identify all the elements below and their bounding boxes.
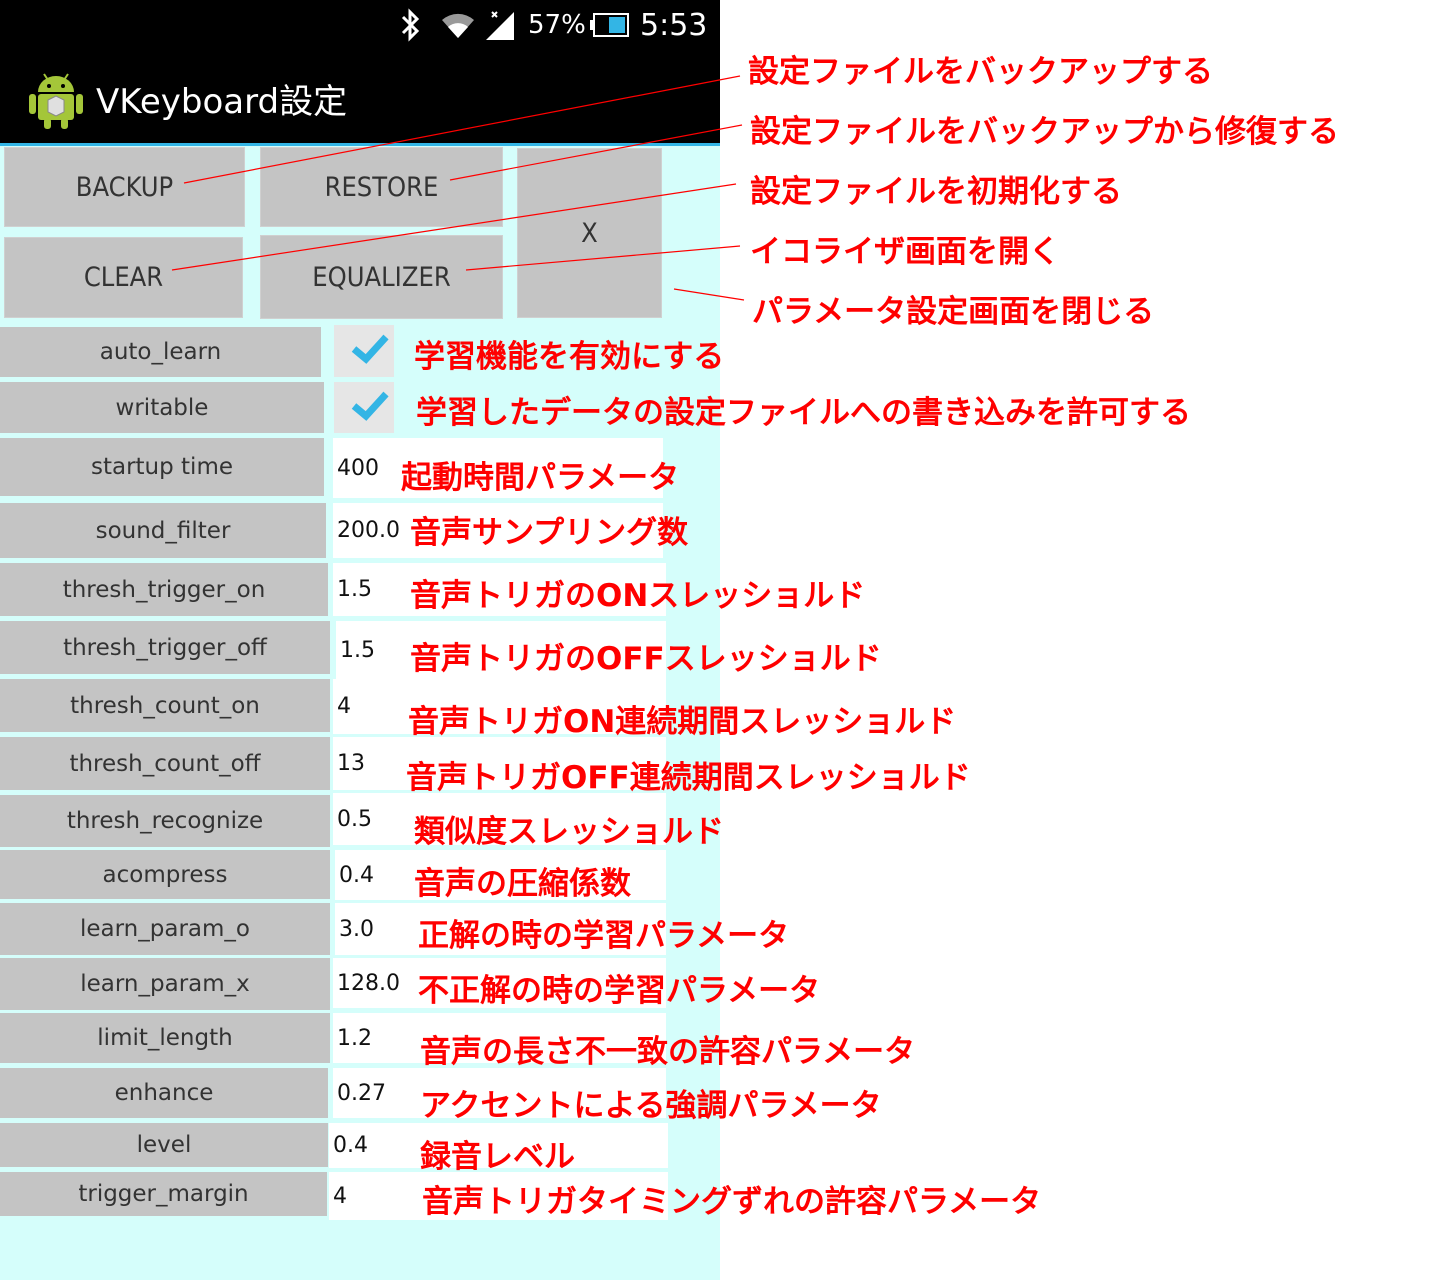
- annotation-close: パラメータ設定画面を閉じる: [752, 294, 1155, 330]
- annotation-backup: 設定ファイルをバックアップする: [748, 54, 1213, 90]
- annotation-thresh-trigger-on: 音声トリガのONスレッショルド: [410, 578, 866, 614]
- leader-line-restore: [449, 124, 743, 181]
- annotation-limit-length: 音声の長さ不一致の許容パラメータ: [420, 1034, 916, 1070]
- annotation-trigger-margin: 音声トリガタイミングずれの許容パラメータ: [422, 1184, 1042, 1220]
- annotation-thresh-count-off: 音声トリガOFF連続期間スレッショルド: [406, 760, 971, 796]
- leader-line-equalizer: [465, 245, 741, 271]
- annotation-acompress: 音声の圧縮係数: [414, 866, 631, 902]
- annotation-enhance: アクセントによる強調パラメータ: [420, 1088, 882, 1124]
- leader-line-close: [673, 288, 745, 301]
- annotation-restore: 設定ファイルをバックアップから修復する: [750, 114, 1339, 150]
- annotation-thresh-count-on: 音声トリガON連続期間スレッショルド: [408, 704, 957, 740]
- annotation-sound-filter: 音声サンプリング数: [410, 515, 689, 551]
- annotation-learn-param-o: 正解の時の学習パラメータ: [418, 918, 790, 954]
- annotation-startup-time: 起動時間パラメータ: [401, 460, 680, 496]
- annotation-level: 録音レベル: [420, 1139, 575, 1175]
- annotation-auto-learn: 学習機能を有効にする: [414, 339, 725, 375]
- leader-line-clear: [171, 183, 737, 271]
- annotation-learn-param-x: 不正解の時の学習パラメータ: [418, 973, 821, 1009]
- annotation-thresh-recognize: 類似度スレッショルド: [414, 814, 724, 850]
- leader-line-backup: [183, 75, 741, 184]
- annotation-clear: 設定ファイルを初期化する: [750, 174, 1122, 210]
- annotation-writable: 学習したデータの設定ファイルへの書き込みを許可する: [416, 395, 1191, 431]
- annotation-thresh-trigger-off: 音声トリガのOFFスレッショルド: [410, 641, 882, 677]
- annotation-equalizer: イコライザ画面を開く: [750, 234, 1060, 270]
